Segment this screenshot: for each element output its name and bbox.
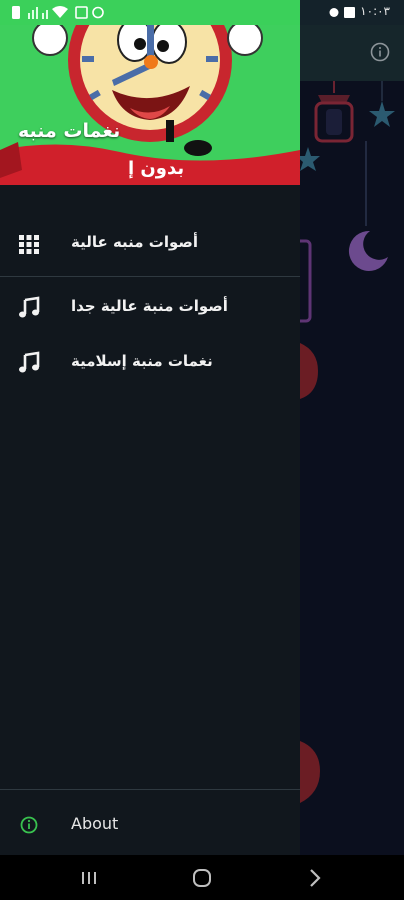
home-icon [193, 869, 211, 887]
circle-status-icon [329, 8, 339, 17]
menu-item-about[interactable]: About [0, 799, 300, 851]
banner-text: بدون إ [128, 158, 185, 179]
alarm-icon [92, 6, 104, 19]
music-note-icon [17, 351, 41, 375]
wifi-icon [52, 6, 68, 18]
system-nav-bar [0, 855, 404, 900]
footer-divider [0, 789, 300, 790]
status-bar: ١٠:٠٣ [0, 0, 404, 25]
menu-item-islamic-ringtones[interactable]: نغمات منبة إسلامية [0, 337, 300, 389]
gallery-status-icon [344, 7, 355, 18]
navigation-drawer: بدون إ نغمات منبه أصوات منبه عالية أصوات… [0, 0, 300, 855]
info-icon [17, 813, 41, 837]
status-clock: ١٠:٠٣ [360, 4, 390, 18]
menu-item-very-loud-alarm-sounds[interactable]: أصوات منبة عالية جدا [0, 282, 300, 334]
screen: ١٠:٠٣ بدون إ نغمات منبه أصوات منبه عالية… [0, 0, 404, 900]
image-icon [75, 6, 88, 19]
recents-icon [82, 872, 96, 884]
about-label: About [71, 814, 119, 833]
home-button[interactable] [187, 863, 217, 893]
grid-icon [17, 232, 41, 256]
recents-button[interactable] [74, 863, 104, 893]
menu-divider [0, 276, 300, 277]
music-note-icon [17, 296, 41, 320]
menu-item-label: نغمات منبة إسلامية [71, 352, 213, 370]
drawer-header: بدون إ نغمات منبه [0, 0, 300, 185]
battery-icon [12, 6, 20, 19]
menu-item-label: أصوات منبه عالية [71, 233, 199, 251]
status-icons [12, 6, 104, 19]
status-bar-right: ١٠:٠٣ [300, 0, 404, 25]
menu-item-loud-alarm-sounds[interactable]: أصوات منبه عالية [0, 218, 300, 270]
chevron-right-icon [310, 869, 321, 887]
drawer-title: نغمات منبه [18, 120, 121, 142]
back-button[interactable] [300, 863, 330, 893]
menu-item-label: أصوات منبة عالية جدا [71, 297, 228, 315]
info-icon[interactable] [370, 42, 390, 62]
signal-icon [28, 13, 30, 19]
status-bar-left [0, 0, 300, 25]
